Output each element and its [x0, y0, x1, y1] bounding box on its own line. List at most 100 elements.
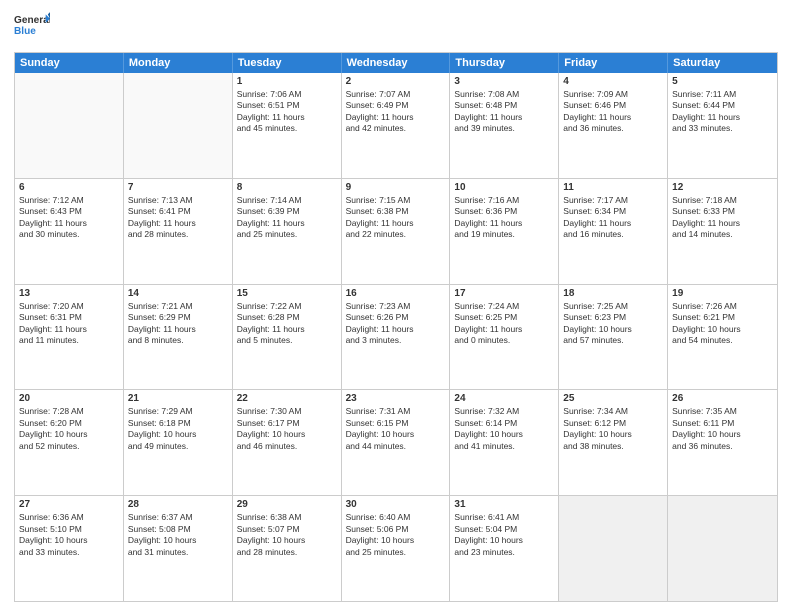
cell-line: Daylight: 10 hours [19, 429, 119, 440]
cell-line: and 28 minutes. [237, 547, 337, 558]
day-number: 26 [672, 393, 773, 404]
cell-line: and 5 minutes. [237, 335, 337, 346]
calendar-cell-r4-c4: 31 Sunrise: 6:41 AMSunset: 5:04 PMDayligh… [450, 496, 559, 601]
cell-line: Sunset: 5:08 PM [128, 524, 228, 535]
calendar-cell-r0-c6: 5Sunrise: 7:11 AMSunset: 6:44 PMDaylight… [668, 73, 777, 178]
cell-line: Daylight: 11 hours [237, 324, 337, 335]
cell-line: Sunrise: 7:16 AM [454, 195, 554, 206]
calendar-cell-r0-c2: 1Sunrise: 7:06 AMSunset: 6:51 PMDaylight… [233, 73, 342, 178]
day-number: 17 [454, 288, 554, 299]
calendar-cell-r1-c6: 12Sunrise: 7:18 AMSunset: 6:33 PMDayligh… [668, 179, 777, 284]
cell-line: Daylight: 10 hours [19, 535, 119, 546]
cell-line: Sunrise: 7:23 AM [346, 301, 446, 312]
cell-line: Sunrise: 7:34 AM [563, 406, 663, 417]
cell-line: Sunset: 6:49 PM [346, 100, 446, 111]
cell-line: Sunset: 6:51 PM [237, 100, 337, 111]
day-number: 12 [672, 182, 773, 193]
calendar-cell-r3-c5: 25Sunrise: 7:34 AMSunset: 6:12 PMDayligh… [559, 390, 668, 495]
header: General Blue [14, 10, 778, 46]
cell-line: Sunrise: 7:25 AM [563, 301, 663, 312]
cell-line: Sunrise: 7:15 AM [346, 195, 446, 206]
cell-line: Daylight: 11 hours [563, 112, 663, 123]
cell-line: and 54 minutes. [672, 335, 773, 346]
cell-line: Sunset: 6:17 PM [237, 418, 337, 429]
calendar-cell-r0-c0 [15, 73, 124, 178]
day-number: 21 [128, 393, 228, 404]
day-number: 15 [237, 288, 337, 299]
cell-line: Daylight: 11 hours [454, 112, 554, 123]
cell-line: Daylight: 11 hours [672, 218, 773, 229]
cell-line: Sunset: 6:28 PM [237, 312, 337, 323]
cell-line: Daylight: 11 hours [346, 218, 446, 229]
calendar-row-3: 20Sunrise: 7:28 AMSunset: 6:20 PMDayligh… [15, 390, 777, 496]
calendar-header-row: SundayMondayTuesdayWednesdayThursdayFrid… [15, 53, 777, 73]
cell-line: Daylight: 10 hours [563, 324, 663, 335]
cell-line: Daylight: 10 hours [454, 535, 554, 546]
cell-line: and 14 minutes. [672, 229, 773, 240]
calendar-row-0: 1Sunrise: 7:06 AMSunset: 6:51 PMDaylight… [15, 73, 777, 179]
cell-line: and 41 minutes. [454, 441, 554, 452]
cell-line: Sunrise: 6:40 AM [346, 512, 446, 523]
calendar-row-2: 13Sunrise: 7:20 AMSunset: 6:31 PMDayligh… [15, 285, 777, 391]
svg-text:General: General [14, 15, 50, 26]
cell-line: Sunrise: 7:21 AM [128, 301, 228, 312]
day-number: 5 [672, 76, 773, 87]
cell-line: and 23 minutes. [454, 547, 554, 558]
day-number: 31 [454, 499, 554, 510]
cell-line: Sunrise: 6:41 AM [454, 512, 554, 523]
calendar-cell-r3-c1: 21 Sunrise: 7:29 AMSunset: 6:18 PMDayligh… [124, 390, 233, 495]
calendar-cell-r3-c6: 26Sunrise: 7:35 AMSunset: 6:11 PMDayligh… [668, 390, 777, 495]
cell-line: and 25 minutes. [237, 229, 337, 240]
cell-line: Sunset: 6:25 PM [454, 312, 554, 323]
day-number: 11 [563, 182, 663, 193]
cell-line: Daylight: 11 hours [237, 218, 337, 229]
day-number: 9 [346, 182, 446, 193]
cell-line: Daylight: 10 hours [128, 429, 228, 440]
calendar-cell-r0-c4: 3Sunrise: 7:08 AMSunset: 6:48 PMDaylight… [450, 73, 559, 178]
cell-line: and 22 minutes. [346, 229, 446, 240]
cell-line: Sunrise: 7:12 AM [19, 195, 119, 206]
day-number: 24 [454, 393, 554, 404]
cell-line: Daylight: 10 hours [128, 535, 228, 546]
day-number: 20 [19, 393, 119, 404]
cell-line: Sunrise: 7:14 AM [237, 195, 337, 206]
cell-line: Sunset: 6:43 PM [19, 206, 119, 217]
day-number: 14 [128, 288, 228, 299]
cell-line: Sunset: 5:04 PM [454, 524, 554, 535]
cell-line: and 25 minutes. [346, 547, 446, 558]
cell-line: Daylight: 11 hours [237, 112, 337, 123]
cell-line: Sunrise: 7:08 AM [454, 89, 554, 100]
calendar-cell-r1-c3: 9Sunrise: 7:15 AMSunset: 6:38 PMDaylight… [342, 179, 451, 284]
cell-line: Daylight: 10 hours [563, 429, 663, 440]
calendar-cell-r4-c5 [559, 496, 668, 601]
cell-line: Sunrise: 7:22 AM [237, 301, 337, 312]
cell-line: Sunrise: 7:30 AM [237, 406, 337, 417]
header-day-thursday: Thursday [450, 53, 559, 73]
cell-line: and 30 minutes. [19, 229, 119, 240]
calendar-cell-r3-c4: 24Sunrise: 7:32 AMSunset: 6:14 PMDayligh… [450, 390, 559, 495]
cell-line: Sunset: 6:34 PM [563, 206, 663, 217]
calendar-cell-r0-c3: 2Sunrise: 7:07 AMSunset: 6:49 PMDaylight… [342, 73, 451, 178]
calendar-cell-r2-c3: 16Sunrise: 7:23 AMSunset: 6:26 PMDayligh… [342, 285, 451, 390]
calendar-cell-r4-c6 [668, 496, 777, 601]
cell-line: and 49 minutes. [128, 441, 228, 452]
page: General Blue SundayMondayTuesdayWednesda… [0, 0, 792, 612]
cell-line: Daylight: 10 hours [346, 535, 446, 546]
calendar-cell-r2-c1: 14Sunrise: 7:21 AMSunset: 6:29 PMDayligh… [124, 285, 233, 390]
cell-line: Sunset: 6:18 PM [128, 418, 228, 429]
cell-line: and 45 minutes. [237, 123, 337, 134]
calendar-cell-r2-c2: 15 Sunrise: 7:22 AMSunset: 6:28 PMDayligh… [233, 285, 342, 390]
calendar-cell-r4-c1: 28Sunrise: 6:37 AMSunset: 5:08 PMDayligh… [124, 496, 233, 601]
day-number: 2 [346, 76, 446, 87]
cell-line: Sunset: 6:21 PM [672, 312, 773, 323]
calendar-cell-r4-c0: 27Sunrise: 6:36 AMSunset: 5:10 PMDayligh… [15, 496, 124, 601]
cell-line: Sunrise: 7:17 AM [563, 195, 663, 206]
cell-line: and 0 minutes. [454, 335, 554, 346]
cell-line: Daylight: 11 hours [19, 324, 119, 335]
cell-line: Sunset: 6:33 PM [672, 206, 773, 217]
cell-line: Sunrise: 7:32 AM [454, 406, 554, 417]
calendar-cell-r1-c5: 11Sunrise: 7:17 AMSunset: 6:34 PMDayligh… [559, 179, 668, 284]
cell-line: and 57 minutes. [563, 335, 663, 346]
cell-line: and 31 minutes. [128, 547, 228, 558]
cell-line: Sunrise: 7:29 AM [128, 406, 228, 417]
